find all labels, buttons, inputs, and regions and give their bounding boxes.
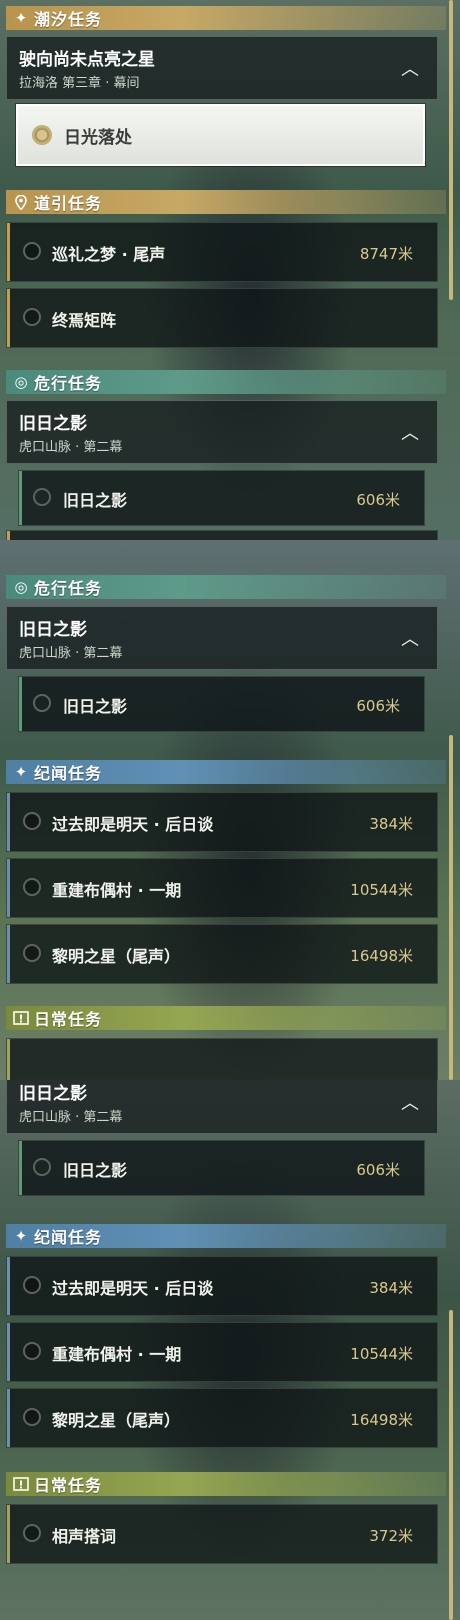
objective-row[interactable]: 旧日之影 606米 [18, 676, 425, 732]
section-title: 纪闻任务 [34, 1228, 103, 1247]
chevron-up-icon[interactable]: ︿ [397, 55, 423, 80]
chevron-up-icon[interactable]: ︿ [397, 1089, 423, 1114]
exclamation-box-icon [10, 1007, 32, 1029]
sparkle-icon: ✦ [14, 1227, 28, 1245]
quest-name: 过去即是明天 · 后日谈 [52, 1279, 214, 1298]
track-radio[interactable] [23, 1408, 41, 1426]
quest-name: 重建布偶村 · 一期 [52, 1345, 182, 1364]
scrollbar[interactable] [449, 1310, 453, 1620]
track-radio[interactable] [33, 694, 51, 712]
quest-distance: 606米 [356, 1161, 400, 1179]
quest-row[interactable]: 黎明之星（尾声） 16498米 [6, 1388, 438, 1448]
scrollbar[interactable] [449, 735, 453, 1080]
section-header-legend: ✦ 纪闻任务 [6, 1224, 446, 1248]
quest-row-partial [6, 1038, 438, 1080]
quest-name: 终焉矩阵 [52, 311, 117, 330]
danger-quest-card[interactable]: 旧日之影 虎口山脉 · 第二幕 ︿ [6, 606, 438, 670]
section-header-danger: ◎ 危行任务 [6, 370, 446, 394]
quest-distance: 372米 [369, 1527, 413, 1545]
quest-row[interactable]: 相声搭词 372米 [6, 1504, 438, 1564]
sparkle-icon: ✦ [14, 763, 28, 781]
danger-quest-card[interactable]: 旧日之影 虎口山脉 · 第二幕 ︿ [6, 1080, 438, 1134]
quest-row[interactable]: 黎明之星（尾声） 16498米 [6, 924, 438, 984]
track-radio[interactable] [23, 242, 41, 260]
quest-panel-bottom: 旧日之影 虎口山脉 · 第二幕 ︿ 旧日之影 606米 ✦ 纪闻任务 过去即是明… [0, 1080, 460, 1620]
section-title: 日常任务 [34, 1476, 103, 1495]
quest-title: 旧日之影 [19, 414, 87, 434]
quest-title: 驶向尚未点亮之星 [19, 50, 155, 70]
quest-row[interactable]: 巡礼之梦 · 尾声 8747米 [6, 222, 438, 282]
objective-label: 旧日之影 [63, 491, 128, 510]
quest-row[interactable]: 重建布偶村 · 一期 10544米 [6, 858, 438, 918]
quest-distance: 16498米 [350, 1411, 413, 1429]
section-header-guide: 道引任务 [6, 190, 446, 214]
exclamation-box-icon [10, 1473, 32, 1495]
quest-row[interactable]: 终焉矩阵 [6, 288, 438, 348]
quest-distance: 8747米 [359, 245, 413, 263]
section-header-daily: 日常任务 [6, 1472, 446, 1496]
track-radio[interactable] [23, 944, 41, 962]
track-radio[interactable] [33, 1158, 51, 1176]
quest-row[interactable]: 重建布偶村 · 一期 10544米 [6, 1322, 438, 1382]
objective-row[interactable]: 旧日之影 606米 [18, 470, 425, 526]
section-header-tide: ✦ 潮汐任务 [6, 6, 446, 30]
quest-name: 巡礼之梦 · 尾声 [52, 245, 166, 264]
objective-marker-icon [32, 125, 52, 145]
objective-label: 旧日之影 [63, 1161, 128, 1180]
quest-distance: 16498米 [350, 947, 413, 965]
track-radio[interactable] [23, 1276, 41, 1294]
section-title: 潮汐任务 [34, 10, 103, 29]
objective-label: 旧日之影 [63, 697, 128, 716]
section-title: 危行任务 [34, 374, 103, 393]
radar-icon: ◎ [14, 373, 28, 391]
quest-subtitle: 虎口山脉 · 第二幕 [19, 646, 123, 661]
scrollbar[interactable] [449, 0, 453, 300]
location-pin-icon [10, 191, 32, 213]
tide-quest-card[interactable]: 驶向尚未点亮之星 拉海洛 第三章 · 幕间 ︿ [6, 36, 438, 100]
track-radio[interactable] [23, 878, 41, 896]
chevron-up-icon[interactable]: ︿ [397, 419, 423, 444]
quest-row[interactable]: 过去即是明天 · 后日谈 384米 [6, 1256, 438, 1316]
objective-row[interactable]: 旧日之影 606米 [18, 1140, 425, 1196]
quest-subtitle: 拉海洛 第三章 · 幕间 [19, 76, 140, 91]
sparkle-icon: ✦ [14, 9, 28, 27]
danger-quest-card[interactable]: 旧日之影 虎口山脉 · 第二幕 ︿ [6, 400, 438, 464]
quest-distance: 606米 [356, 491, 400, 509]
section-title: 纪闻任务 [34, 764, 103, 783]
radar-icon: ◎ [14, 578, 28, 596]
quest-distance: 384米 [369, 815, 413, 833]
quest-distance: 10544米 [350, 881, 413, 899]
quest-subtitle: 虎口山脉 · 第二幕 [19, 1110, 123, 1125]
track-radio[interactable] [23, 1342, 41, 1360]
quest-name: 黎明之星（尾声） [52, 947, 181, 966]
track-radio[interactable] [23, 1524, 41, 1542]
quest-panel-middle: ◎ 危行任务 旧日之影 虎口山脉 · 第二幕 ︿ 旧日之影 606米 ✦ 纪闻任… [0, 540, 460, 1080]
quest-title: 旧日之影 [19, 1084, 87, 1104]
section-header-daily: 日常任务 [6, 1006, 446, 1030]
quest-row-partial [6, 530, 438, 540]
quest-name: 过去即是明天 · 后日谈 [52, 815, 214, 834]
quest-distance: 384米 [369, 1279, 413, 1297]
quest-name: 黎明之星（尾声） [52, 1411, 181, 1430]
quest-panel-top: ✦ 潮汐任务 驶向尚未点亮之星 拉海洛 第三章 · 幕间 ︿ 日光落处 道引任务… [0, 0, 460, 540]
section-title: 危行任务 [34, 579, 103, 598]
section-header-danger: ◎ 危行任务 [6, 575, 446, 599]
quest-title: 旧日之影 [19, 620, 87, 640]
track-radio[interactable] [33, 488, 51, 506]
track-radio[interactable] [23, 812, 41, 830]
quest-subtitle: 虎口山脉 · 第二幕 [19, 440, 123, 455]
quest-row[interactable]: 过去即是明天 · 后日谈 384米 [6, 792, 438, 852]
section-title: 日常任务 [34, 1010, 103, 1029]
quest-distance: 10544米 [350, 1345, 413, 1363]
track-radio[interactable] [23, 308, 41, 326]
quest-name: 重建布偶村 · 一期 [52, 881, 182, 900]
chevron-up-icon[interactable]: ︿ [397, 625, 423, 650]
quest-name: 相声搭词 [52, 1527, 117, 1546]
quest-distance: 606米 [356, 697, 400, 715]
section-title: 道引任务 [34, 194, 103, 213]
objective-selected[interactable]: 日光落处 [16, 104, 425, 166]
objective-label: 日光落处 [64, 128, 132, 148]
section-header-legend: ✦ 纪闻任务 [6, 760, 446, 784]
